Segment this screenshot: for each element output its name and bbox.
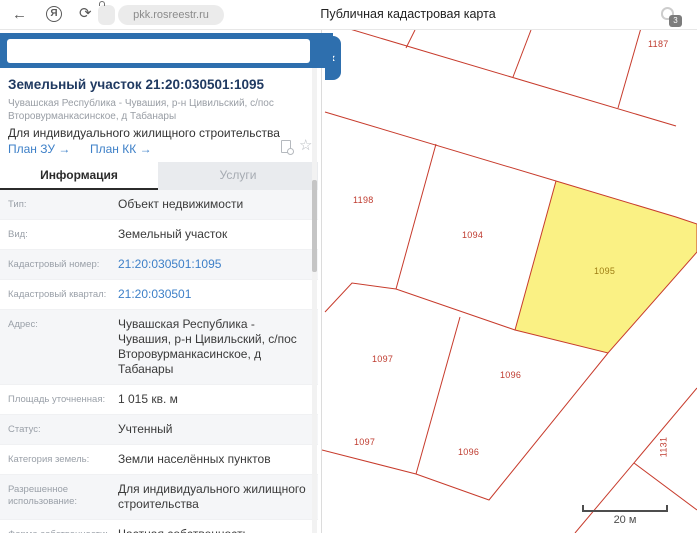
table-row: Кадастровый квартал: 21:20:030501 — [0, 280, 318, 310]
parcel-address: Чувашская Республика - Чувашия, р-н Циви… — [8, 98, 274, 123]
selected-parcel-label[interactable]: 1095 — [594, 266, 615, 276]
browser-toolbar: ← Я ⟳ pkk.rosreestr.ru Публичная кадастр… — [0, 0, 697, 30]
tab-information[interactable]: Информация — [0, 162, 158, 190]
table-row: Разрешенное использование: Для индивидуа… — [0, 475, 318, 520]
document-search-icon[interactable] — [281, 140, 291, 153]
plan-zu-link[interactable]: План ЗУ → — [8, 142, 70, 156]
panel-scrollbar[interactable] — [312, 68, 317, 533]
parcel-label[interactable]: 1097 — [372, 354, 393, 364]
table-row: Площадь уточненная: 1 015 кв. м — [0, 385, 318, 415]
map-scale-label: 20 м — [582, 514, 668, 526]
parcel-boundaries — [322, 30, 697, 533]
parcel-label[interactable]: 1096 — [500, 370, 521, 380]
info-panel: Земельный участок 21:20:030501:1095 Чува… — [0, 30, 322, 533]
table-row: Статус: Учтенный — [0, 415, 318, 445]
parcel-label[interactable]: 1198 — [353, 195, 374, 205]
plan-kk-link[interactable]: План КК → — [90, 142, 152, 156]
scrollbar-thumb[interactable] — [312, 180, 317, 272]
refresh-icon[interactable]: ⟳ — [79, 5, 92, 23]
parcel-label[interactable]: 1097 — [354, 437, 375, 447]
table-row: Категория земель: Земли населённых пункт… — [0, 445, 318, 475]
parcel-label[interactable]: 1131 — [658, 437, 668, 458]
attributes-table: Тип: Объект недвижимости Вид: Земельный … — [0, 190, 318, 533]
cadastral-map[interactable]: 1187 1198 1094 1095 1097 1096 1097 1096 … — [322, 30, 697, 533]
notification-badge: 3 — [669, 15, 682, 27]
parcel-title: Земельный участок 21:20:030501:1095 — [8, 77, 264, 92]
star-icon[interactable]: ☆ — [299, 136, 312, 154]
page-title: Публичная кадастровая карта — [288, 7, 528, 21]
address-bar[interactable]: pkk.rosreestr.ru — [118, 5, 224, 25]
cadastral-number-link[interactable]: 21:20:030501:1095 — [118, 257, 310, 272]
panel-tabs: Информация Услуги — [0, 162, 318, 190]
table-row: Вид: Земельный участок — [0, 220, 318, 250]
table-row: Адрес: Чувашская Республика - Чувашия, р… — [0, 310, 318, 385]
tab-services[interactable]: Услуги — [158, 162, 318, 190]
ssl-lock-chip[interactable] — [98, 5, 115, 25]
map-scale-bar — [582, 510, 668, 512]
parcel-label[interactable]: 1094 — [462, 230, 483, 240]
cadastral-quarter-link[interactable]: 21:20:030501 — [118, 287, 310, 302]
search-box — [7, 39, 310, 63]
parcel-label[interactable]: 1096 — [458, 447, 479, 457]
parcel-usage: Для индивидуального жилищного строительс… — [8, 126, 280, 140]
back-icon[interactable]: ← — [12, 6, 27, 24]
table-row: Тип: Объект недвижимости — [0, 190, 318, 220]
yandex-browser-icon[interactable]: Я — [46, 6, 62, 22]
parcel-label[interactable]: 1187 — [648, 39, 669, 49]
table-row: Кадастровый номер: 21:20:030501:1095 — [0, 250, 318, 280]
table-row: Форма собственности: Частная собственнос… — [0, 520, 318, 533]
